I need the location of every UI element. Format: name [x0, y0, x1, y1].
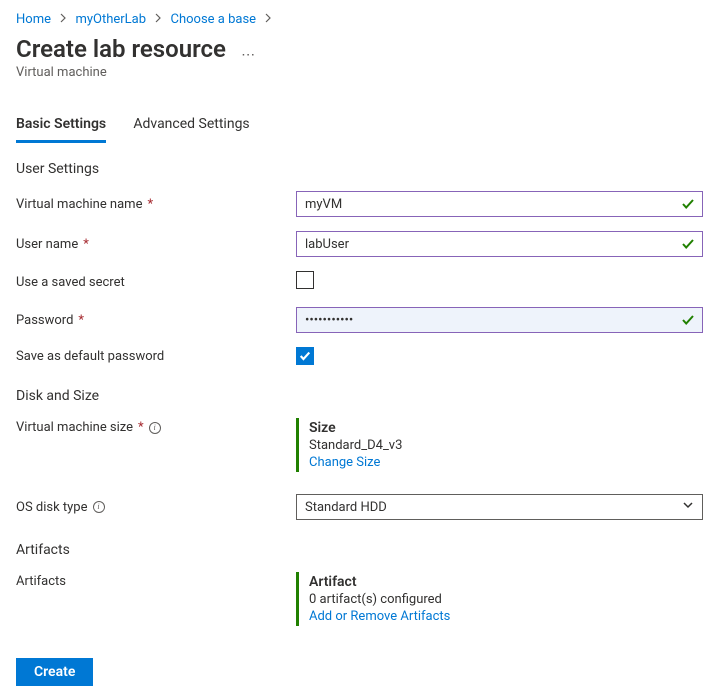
chevron-down-icon	[682, 499, 694, 515]
chevron-right-icon	[153, 13, 163, 26]
artifacts-card-title: Artifact	[309, 574, 703, 590]
page-title: Create lab resource	[16, 35, 226, 63]
password-label: Password*	[16, 313, 296, 328]
artifacts-label: Artifacts	[16, 572, 296, 589]
change-size-link[interactable]: Change Size	[309, 455, 703, 470]
artifacts-count: 0 artifact(s) configured	[309, 592, 703, 607]
vm-size-value: Standard_D4_v3	[309, 438, 703, 453]
section-artifacts: Artifacts	[16, 542, 703, 558]
info-icon[interactable]: i	[149, 422, 161, 434]
username-label: User name*	[16, 237, 296, 252]
password-input[interactable]	[296, 307, 703, 333]
breadcrumb-choose-base[interactable]: Choose a base	[171, 12, 257, 27]
artifacts-card: Artifact 0 artifact(s) configured Add or…	[296, 572, 703, 626]
breadcrumb-lab[interactable]: myOtherLab	[75, 12, 146, 27]
os-disk-type-label: OS disk type i	[16, 500, 296, 515]
section-user-settings: User Settings	[16, 161, 703, 177]
tab-bar: Basic Settings Advanced Settings	[16, 116, 703, 143]
chevron-right-icon	[263, 13, 273, 26]
page-subtitle: Virtual machine	[16, 65, 703, 80]
breadcrumb: Home myOtherLab Choose a base	[16, 8, 703, 27]
vm-name-label: Virtual machine name*	[16, 197, 296, 212]
tab-advanced-settings[interactable]: Advanced Settings	[133, 116, 249, 140]
section-disk-size: Disk and Size	[16, 388, 703, 404]
os-disk-type-value: Standard HDD	[305, 500, 387, 515]
saved-secret-checkbox[interactable]	[296, 271, 314, 289]
save-default-password-checkbox[interactable]	[296, 347, 314, 365]
more-actions-button[interactable]: ⋯	[241, 47, 255, 63]
saved-secret-label: Use a saved secret	[16, 275, 296, 290]
username-input[interactable]	[296, 231, 703, 257]
add-remove-artifacts-link[interactable]: Add or Remove Artifacts	[309, 609, 703, 624]
create-button[interactable]: Create	[16, 658, 93, 686]
vm-size-card: Size Standard_D4_v3 Change Size	[296, 418, 703, 472]
tab-basic-settings[interactable]: Basic Settings	[16, 116, 106, 143]
os-disk-type-select[interactable]: Standard HDD	[296, 494, 703, 520]
save-default-password-label: Save as default password	[16, 349, 296, 364]
chevron-right-icon	[58, 13, 68, 26]
vm-size-card-title: Size	[309, 420, 703, 436]
info-icon[interactable]: i	[93, 501, 105, 513]
vm-size-label: Virtual machine size* i	[16, 418, 296, 435]
vm-name-input[interactable]	[296, 191, 703, 217]
breadcrumb-home[interactable]: Home	[16, 12, 51, 27]
